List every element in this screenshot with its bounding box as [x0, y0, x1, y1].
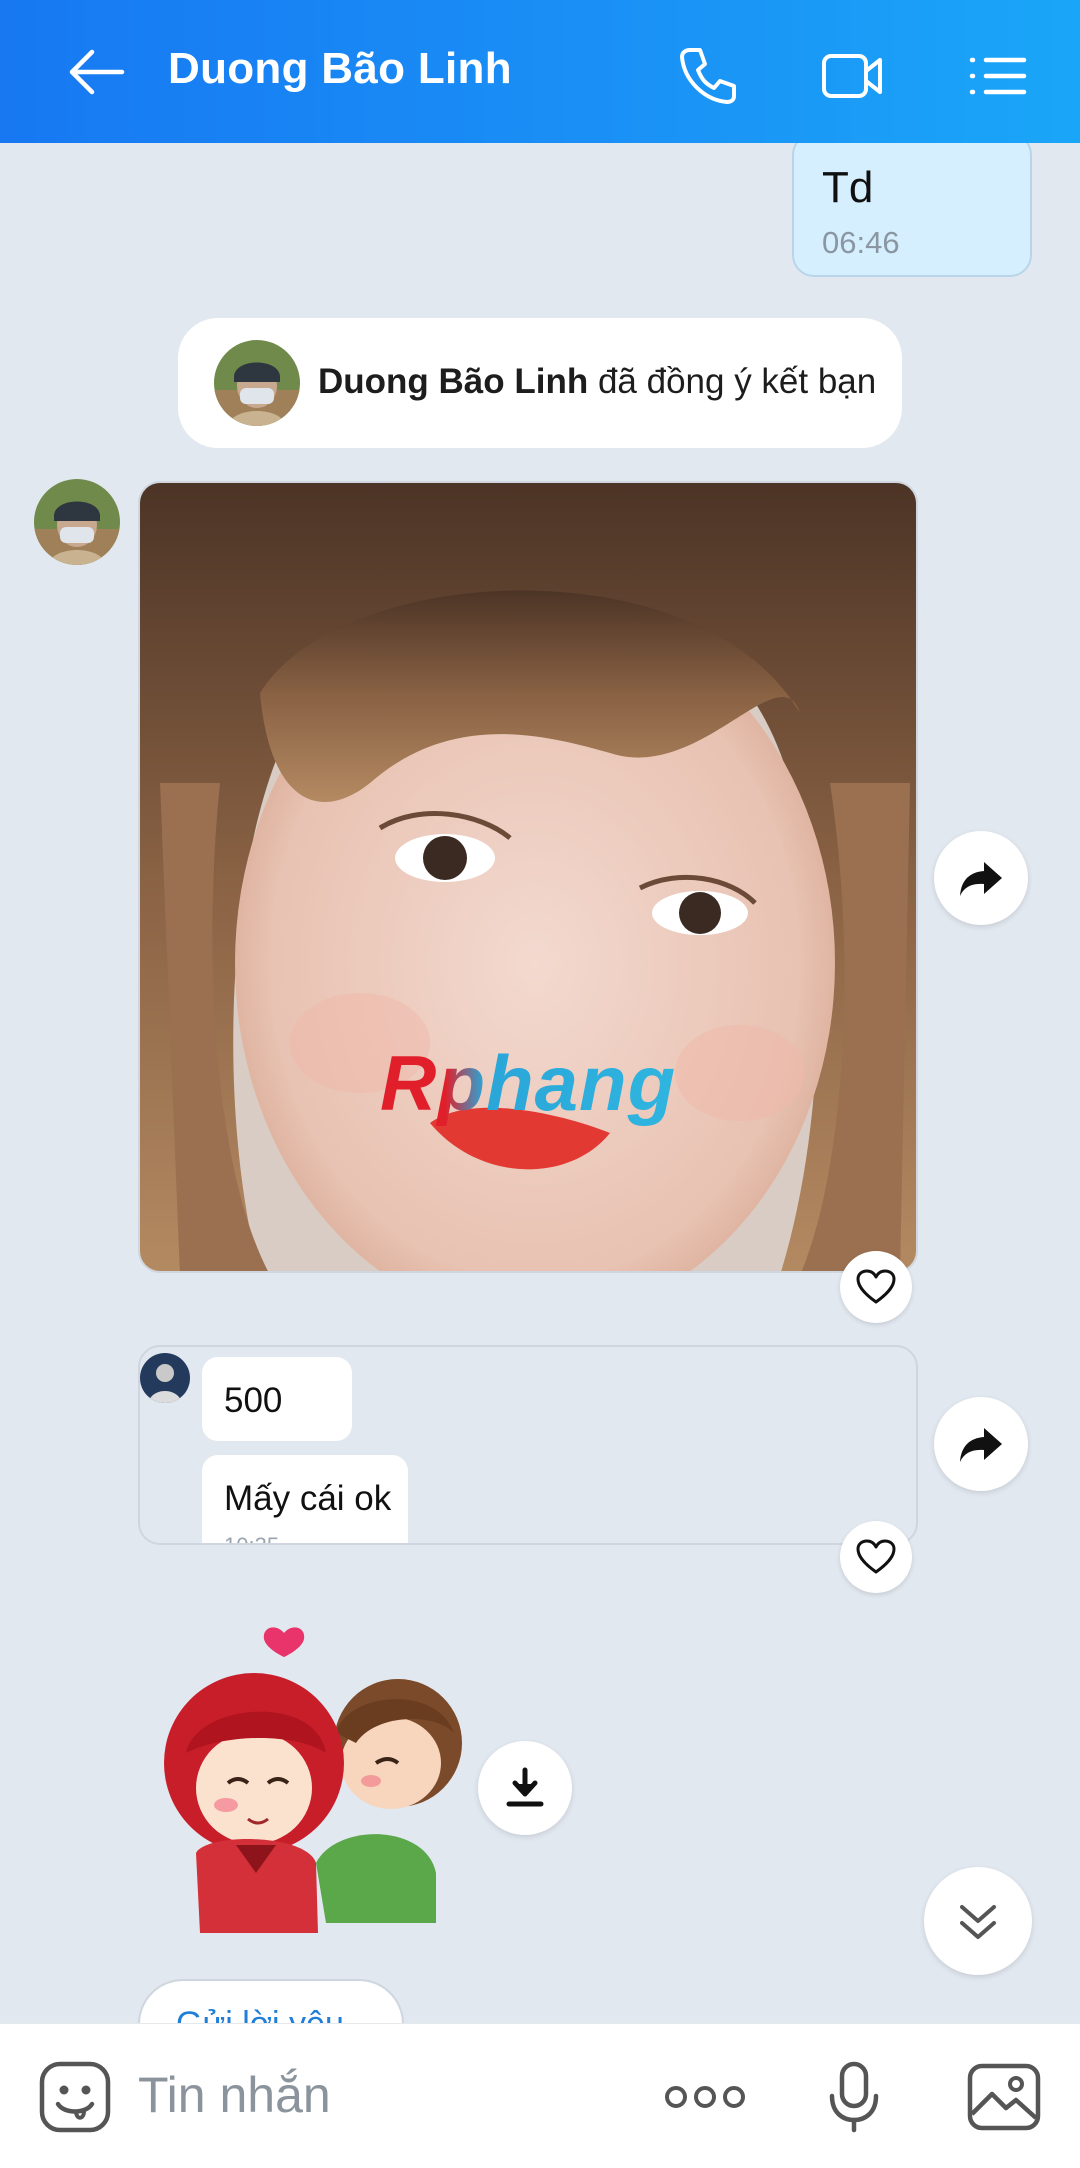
scroll-to-bottom-button[interactable] [924, 1867, 1032, 1975]
sticker-emoji-icon[interactable] [38, 2060, 112, 2134]
message-list[interactable]: Td 06:46 Duong Bão Linh đã đồng ý kết bạ… [0, 143, 1080, 2023]
heart-icon[interactable] [840, 1251, 912, 1323]
outgoing-message[interactable]: Td 06:46 [792, 143, 1032, 277]
photo-message[interactable]: Rphang [138, 481, 918, 1273]
share-button[interactable] [934, 831, 1028, 925]
quick-reply-suggestion[interactable]: Gửi lời yêu... [138, 1979, 404, 2023]
contact-name[interactable]: Duong Bão Linh [168, 44, 512, 94]
message-input-bar [0, 2023, 1080, 2168]
phone-icon[interactable] [676, 44, 740, 108]
message-text: Td [822, 163, 874, 212]
arrow-left-icon[interactable] [62, 40, 132, 104]
share-button[interactable] [934, 1397, 1028, 1491]
message-input[interactable] [138, 2066, 498, 2124]
sender-avatar[interactable] [34, 479, 120, 565]
list-menu-icon[interactable] [966, 44, 1030, 108]
watermark: Rphang [380, 1039, 677, 1127]
avatar [140, 1353, 190, 1403]
notice-text: Duong Bão Linh đã đồng ý kết bạn [318, 362, 877, 401]
video-camera-icon[interactable] [820, 44, 886, 108]
hug-sticker[interactable] [136, 1623, 466, 1953]
more-dots-icon[interactable] [664, 2060, 746, 2134]
forwarded-message: Mấy cái ok 10:35 [202, 1455, 408, 1543]
heart-icon[interactable] [840, 1521, 912, 1593]
microphone-icon[interactable] [826, 2060, 882, 2134]
download-icon[interactable] [478, 1741, 572, 1835]
image-gallery-icon[interactable] [966, 2060, 1042, 2134]
forwarded-messages-card[interactable]: 500 Mấy cái ok 10:35 [138, 1345, 918, 1545]
message-time: 06:46 [822, 225, 900, 260]
chat-header: Duong Bão Linh [0, 0, 1080, 143]
forwarded-message: 500 [202, 1357, 352, 1441]
friend-accepted-notice: Duong Bão Linh đã đồng ý kết bạn [178, 318, 902, 448]
avatar[interactable] [214, 340, 300, 426]
